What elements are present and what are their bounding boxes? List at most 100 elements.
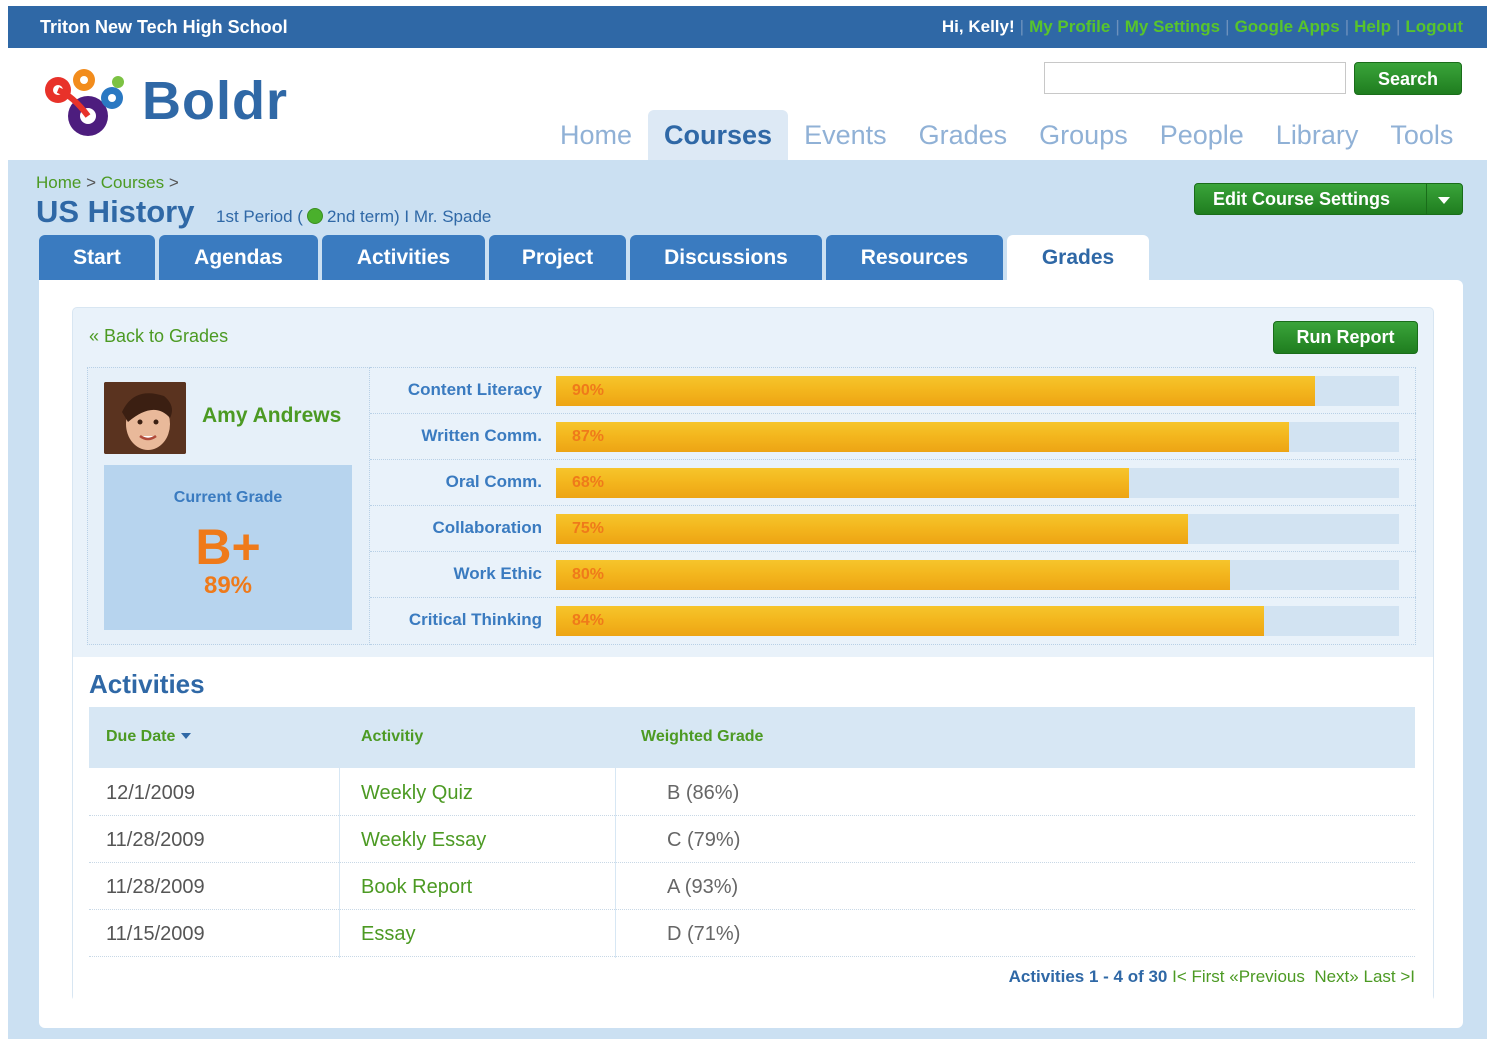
nav-library[interactable]: Library <box>1260 110 1375 160</box>
course-period: 1st Period ( <box>216 207 303 226</box>
top-bar: Triton New Tech High School Hi, Kelly! | M… <box>8 6 1487 48</box>
activity-link[interactable]: Essay <box>361 923 415 946</box>
tab-start[interactable]: Start <box>39 235 155 280</box>
column-header-label: Due Date <box>106 728 176 745</box>
skill-percent: 75% <box>572 520 605 537</box>
nav-groups[interactable]: Groups <box>1023 110 1144 160</box>
tab-activities[interactable]: Activities <box>322 235 485 280</box>
logout-link[interactable]: Logout <box>1405 17 1463 36</box>
column-header-weighted-grade[interactable]: Weighted Grade <box>641 728 763 746</box>
search-input[interactable] <box>1044 62 1346 94</box>
table-row: 11/28/2009 Weekly Essay C (79%) <box>89 816 1415 863</box>
course-meta: 1st Period (2nd term) I Mr. Spade <box>216 207 491 227</box>
previous-page-link[interactable]: «Previous <box>1229 967 1305 986</box>
nav-home[interactable]: Home <box>544 110 648 160</box>
activities-title: Activities <box>89 669 205 699</box>
breadcrumb-separator: > <box>86 173 97 192</box>
chevron-down-icon[interactable] <box>1438 197 1450 204</box>
sort-down-icon[interactable] <box>181 733 192 739</box>
user-greeting: Hi, Kelly! <box>941 17 1015 36</box>
site-header: Boldr Search Home Courses Events Grades … <box>8 48 1487 160</box>
help-link[interactable]: Help <box>1354 17 1391 36</box>
google-apps-link[interactable]: Google Apps <box>1235 17 1340 36</box>
current-grade-label: Current Grade <box>173 489 283 506</box>
run-report-button[interactable]: Run Report <box>1273 321 1418 354</box>
nav-people[interactable]: People <box>1144 110 1260 160</box>
course-term: 2nd term) <box>326 207 400 226</box>
skill-bar-fill <box>556 376 1315 406</box>
term-status-icon <box>306 208 323 224</box>
back-to-grades-link[interactable]: « Back to Grades <box>89 326 228 347</box>
nav-courses[interactable]: Courses <box>648 110 789 160</box>
weighted-grade-cell: B (86%) <box>667 782 740 804</box>
skill-breakdown: Content Literacy 90% Written Comm. 87% O… <box>370 367 1416 645</box>
pagination-count: Activities 1 - 4 of 30 <box>1008 967 1168 986</box>
skill-bar-fill <box>556 422 1290 452</box>
last-page-link[interactable]: Last >I <box>1363 967 1415 986</box>
my-profile-link[interactable]: My Profile <box>1029 17 1110 36</box>
tab-project[interactable]: Project <box>489 235 626 280</box>
current-grade-letter: B+ <box>195 519 261 575</box>
link-separator: | <box>1395 17 1401 36</box>
due-date-cell: 11/15/2009 <box>106 923 205 945</box>
student-name[interactable]: Amy Andrews <box>202 404 341 428</box>
student-grade-card: « Back to Grades Run Report Amy Andrews … <box>72 307 1434 1002</box>
my-settings-link[interactable]: My Settings <box>1125 17 1220 36</box>
link-separator: | <box>1344 17 1350 36</box>
breadcrumb-courses[interactable]: Courses <box>101 173 164 192</box>
link-separator: | <box>1225 17 1230 36</box>
skill-percent: 90% <box>572 382 605 399</box>
skill-bar-fill <box>556 468 1130 498</box>
tab-grades[interactable]: Grades <box>1007 235 1149 281</box>
boldr-logo-text[interactable]: Boldr <box>142 70 288 132</box>
skill-row: Work Ethic 80% <box>370 552 1416 598</box>
breadcrumb: Home > Courses > <box>36 173 179 193</box>
activities-section: Activities Due Date Activitiy Weighted G… <box>73 657 1433 1002</box>
user-links: Hi, Kelly! | My Profile | My Settings | Google… <box>942 17 1463 37</box>
course-teacher[interactable]: Mr. Spade <box>414 207 492 226</box>
due-date-cell: 11/28/2009 <box>106 829 205 851</box>
skill-row: Written Comm. 87% <box>370 414 1416 460</box>
boldr-logo-icon[interactable] <box>38 66 130 142</box>
skill-percent: 87% <box>572 428 605 445</box>
weighted-grade-cell: A (93%) <box>667 876 739 898</box>
search-button[interactable]: Search <box>1354 62 1462 95</box>
skill-label: Collaboration <box>432 518 542 537</box>
current-grade-box: Current Grade B+ 89% <box>104 465 352 630</box>
skill-bar-track: 84% <box>556 606 1399 636</box>
column-header-due-date[interactable]: Due Date <box>106 728 192 746</box>
edit-course-settings-button[interactable]: Edit Course Settings <box>1194 183 1463 215</box>
tab-discussions[interactable]: Discussions <box>630 235 822 280</box>
course-content: Home > Courses > US History 1st Period (… <box>8 160 1487 1039</box>
next-page-link[interactable]: Next» <box>1314 967 1358 986</box>
due-date-cell: 12/1/2009 <box>106 782 195 804</box>
skill-label: Content Literacy <box>407 380 542 399</box>
skill-bar-fill <box>556 560 1231 590</box>
link-separator: | <box>1019 17 1025 36</box>
column-header-activity[interactable]: Activitiy <box>361 728 423 746</box>
skill-bar-track: 75% <box>556 514 1399 544</box>
grades-panel: « Back to Grades Run Report Amy Andrews … <box>39 280 1463 1028</box>
skill-row: Oral Comm. 68% <box>370 460 1416 506</box>
skill-bar-fill <box>556 514 1189 544</box>
nav-events[interactable]: Events <box>788 110 903 160</box>
activity-link[interactable]: Weekly Essay <box>361 829 486 852</box>
activity-link[interactable]: Book Report <box>361 876 472 899</box>
due-date-cell: 11/28/2009 <box>106 876 205 898</box>
school-name: Triton New Tech High School <box>40 17 288 37</box>
tab-agendas[interactable]: Agendas <box>159 235 318 280</box>
skill-percent: 80% <box>572 566 605 583</box>
weighted-grade-cell: D (71%) <box>667 923 741 945</box>
skill-bar-track: 90% <box>556 376 1399 406</box>
tab-resources[interactable]: Resources <box>826 235 1003 280</box>
skill-row: Collaboration 75% <box>370 506 1416 552</box>
first-page-link[interactable]: I< First <box>1172 967 1224 986</box>
table-row: 11/15/2009 Essay D (71%) <box>89 910 1415 957</box>
nav-tools[interactable]: Tools <box>1374 110 1469 160</box>
link-separator: | <box>1115 17 1120 36</box>
breadcrumb-home[interactable]: Home <box>36 173 81 192</box>
avatar <box>104 382 186 454</box>
activity-link[interactable]: Weekly Quiz <box>361 782 473 805</box>
nav-grades[interactable]: Grades <box>903 110 1024 160</box>
edit-course-settings-label: Edit Course Settings <box>1213 189 1391 209</box>
